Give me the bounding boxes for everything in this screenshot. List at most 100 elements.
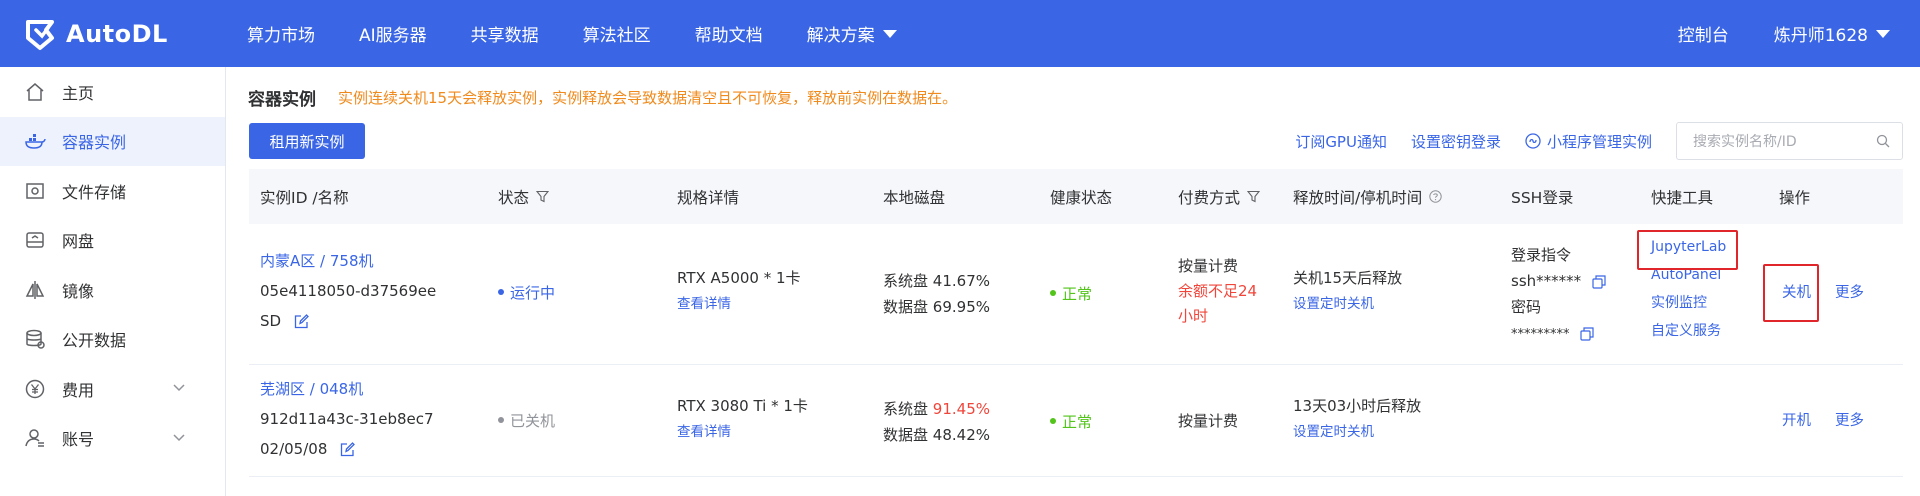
- brand-name: AutoDL: [66, 20, 168, 48]
- caret-down-icon: [882, 29, 897, 38]
- nav-market[interactable]: 算力市场: [247, 21, 315, 46]
- instance-id: 05e4118050-d37569ee: [260, 282, 437, 300]
- nav-help-docs[interactable]: 帮助文档: [695, 21, 763, 46]
- header-disk: 本地磁盘: [883, 188, 946, 207]
- header-id-name: 实例ID /名称: [260, 188, 349, 207]
- nav-algo-community[interactable]: 算法社区: [583, 21, 651, 46]
- sidebar-item-home[interactable]: 主页: [0, 67, 225, 117]
- sidebar-item-containers[interactable]: 容器实例: [0, 116, 225, 166]
- nav-ai-server[interactable]: AI服务器: [359, 21, 427, 46]
- user-name: 炼丹师1628: [1773, 26, 1868, 46]
- disk-cell: 系统盘 91.45% 数据盘 48.42%: [883, 396, 990, 448]
- more-button[interactable]: 更多: [1835, 280, 1864, 306]
- sidebar-item-netdisk[interactable]: 网盘: [0, 216, 225, 266]
- system-disk-usage: 91.45%: [932, 400, 990, 418]
- highlight-box-jupyterlab: [1637, 230, 1738, 270]
- power-on-button[interactable]: 开机: [1782, 408, 1811, 434]
- health-cell: 正常: [1050, 281, 1092, 307]
- status-dot: [498, 288, 504, 295]
- view-details-link[interactable]: 查看详情: [677, 419, 808, 445]
- release-cell: 13天03小时后释放 设置定时关机: [1293, 393, 1421, 445]
- data-disk-usage: 48.42%: [932, 426, 990, 444]
- copy-icon[interactable]: [1580, 326, 1594, 341]
- database-icon: [26, 330, 45, 349]
- mini-program-label: 小程序管理实例: [1546, 132, 1652, 151]
- console-link[interactable]: 控制台: [1678, 21, 1729, 46]
- main-content: 容器实例 实例连续关机15天会释放实例，实例释放会导致数据清空且不可恢复，释放前…: [227, 67, 1920, 496]
- header-release: 释放时间/停机时间: [1293, 169, 1442, 224]
- ssh-password: *********: [1511, 327, 1570, 342]
- set-timed-shutdown-link[interactable]: 设置定时关机: [1293, 419, 1421, 445]
- nav-shared-data[interactable]: 共享数据: [471, 21, 539, 46]
- sidebar-item-label: 网盘: [62, 232, 95, 252]
- sidebar-item-label: 文件存储: [62, 182, 127, 202]
- data-disk-label: 数据盘: [883, 298, 929, 316]
- filter-icon[interactable]: [1247, 190, 1261, 203]
- header-billing[interactable]: 付费方式: [1178, 169, 1261, 224]
- instance-name-link[interactable]: 内蒙A区 / 758机: [260, 246, 436, 276]
- sidebar-item-public-data[interactable]: 公开数据: [0, 315, 225, 365]
- health-dot: [1050, 289, 1056, 296]
- chevron-down-icon: [173, 384, 185, 392]
- home-icon: [26, 82, 44, 101]
- yen-icon: [25, 379, 45, 398]
- more-button[interactable]: 更多: [1835, 408, 1864, 434]
- container-icon: [25, 134, 46, 150]
- instance-alias-line: 02/05/08: [260, 434, 434, 464]
- mini-program-icon: [1525, 133, 1541, 149]
- ssh-command: ssh******: [1511, 272, 1582, 290]
- edit-icon[interactable]: [294, 314, 309, 329]
- health-dot: [1050, 417, 1056, 424]
- edit-icon[interactable]: [340, 442, 356, 457]
- system-disk-usage: 41.67%: [932, 272, 990, 290]
- rent-new-instance-button[interactable]: 租用新实例: [249, 123, 365, 159]
- status-cell: 运行中: [498, 280, 555, 306]
- balance-warning-line-1: 余额不足24: [1178, 282, 1258, 300]
- storage-icon: [26, 183, 44, 199]
- status-cell: 已关机: [498, 408, 555, 434]
- nav-solutions[interactable]: 解决方案: [807, 21, 897, 46]
- view-details-link[interactable]: 查看详情: [677, 291, 801, 317]
- release-cell: 关机15天后释放 设置定时关机: [1293, 265, 1402, 317]
- release-time: 13天03小时后释放: [1293, 397, 1422, 415]
- account-icon: [25, 429, 44, 447]
- sidebar-item-label: 费用: [62, 380, 95, 400]
- instance-search-input[interactable]: 搜索实例名称/ID: [1676, 122, 1903, 160]
- sidebar-item-label: 容器实例: [62, 133, 127, 153]
- instance-alias-line: SD: [260, 306, 436, 336]
- page-title: 容器实例: [248, 90, 316, 110]
- question-icon[interactable]: [1429, 190, 1442, 203]
- instance-monitor-link[interactable]: 实例监控: [1651, 289, 1726, 317]
- table-header: 实例ID /名称 状态 规格详情 本地磁盘 健康状态 付费方式 释放时间/停机时…: [249, 169, 1903, 224]
- filter-icon[interactable]: [536, 190, 550, 203]
- sidebar-item-billing[interactable]: 费用: [0, 364, 225, 414]
- instance-name-link[interactable]: 芜湖区 / 048机: [260, 374, 434, 404]
- header-status[interactable]: 状态: [498, 169, 550, 224]
- sidebar-item-label: 镜像: [62, 281, 95, 301]
- ssh-key-login-link[interactable]: 设置密钥登录: [1411, 131, 1501, 152]
- mini-program-link[interactable]: 小程序管理实例: [1525, 131, 1652, 152]
- table-row: 芜湖区 / 048机 912d11a43c-31eb8ec7 02/05/08 …: [249, 365, 1903, 477]
- header-ops: 操作: [1779, 188, 1811, 207]
- user-menu[interactable]: 炼丹师1628: [1774, 21, 1890, 46]
- copy-icon[interactable]: [1592, 274, 1606, 289]
- billing-mode: 按量计费: [1178, 412, 1239, 430]
- ssh-password-line: *********: [1511, 320, 1606, 348]
- top-navbar: AutoDL 算力市场 AI服务器 共享数据 算法社区 帮助文档 解决方案 控制…: [0, 0, 1920, 67]
- set-timed-shutdown-link[interactable]: 设置定时关机: [1293, 291, 1402, 317]
- search-icon[interactable]: [1876, 134, 1890, 148]
- ssh-command-label: 登录指令: [1511, 246, 1572, 264]
- sidebar-item-images[interactable]: 镜像: [0, 265, 225, 315]
- system-disk-label: 系统盘: [883, 400, 929, 418]
- health-cell: 正常: [1050, 409, 1092, 435]
- sidebar-item-file-storage[interactable]: 文件存储: [0, 166, 225, 216]
- health-status: 正常: [1062, 413, 1093, 431]
- custom-service-link[interactable]: 自定义服务: [1651, 317, 1726, 345]
- logo[interactable]: AutoDL: [22, 16, 168, 52]
- sidebar-item-account[interactable]: 账号: [0, 414, 225, 464]
- search-placeholder: 搜索实例名称/ID: [1693, 134, 1797, 150]
- subscribe-gpu-notify-link[interactable]: 订阅GPU通知: [1295, 131, 1387, 152]
- billing-mode: 按量计费: [1178, 257, 1239, 275]
- system-disk-label: 系统盘: [883, 272, 929, 290]
- main-nav: 算力市场 AI服务器 共享数据 算法社区 帮助文档 解决方案: [247, 0, 941, 67]
